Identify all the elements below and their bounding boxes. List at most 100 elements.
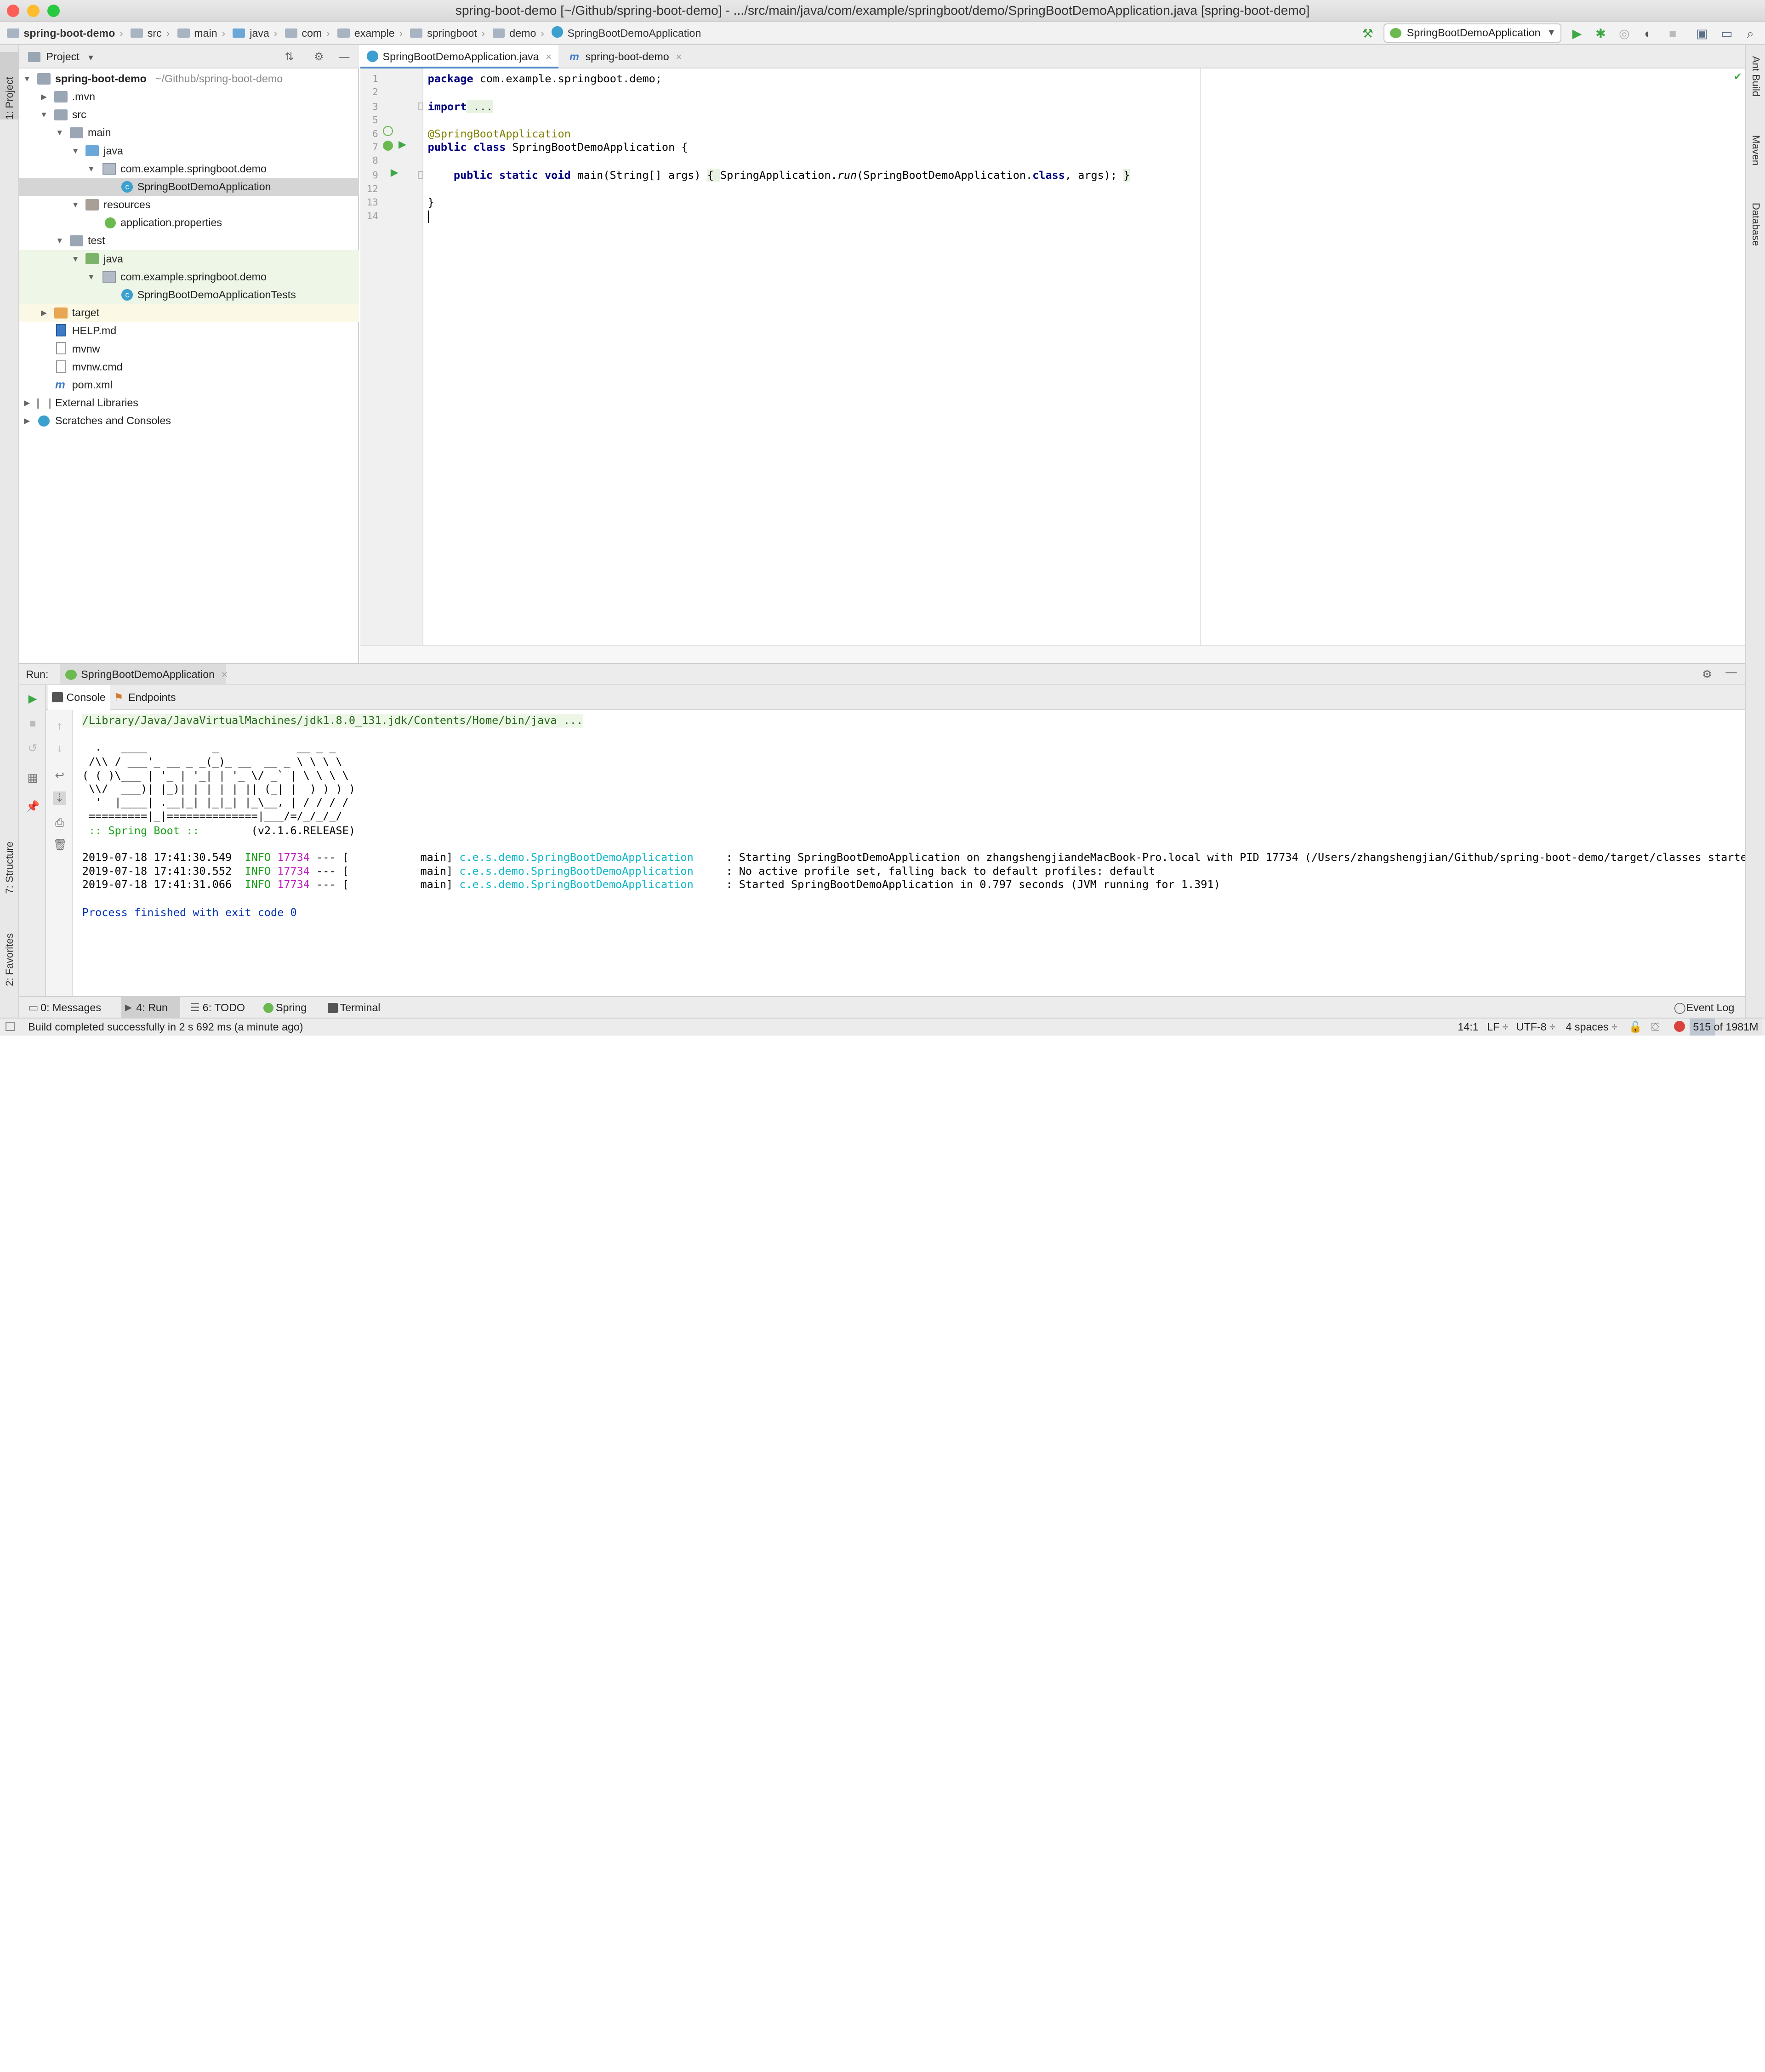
tree-node-project-root[interactable]: ▼ spring-boot-demo ~/Github/spring-boot-… [19,70,359,88]
hide-panel-icon[interactable]: — [1725,666,1737,679]
memory-indicator[interactable]: 515 of 1981M [1689,1018,1762,1036]
tab-spring[interactable]: Spring [261,997,317,1019]
tab-structure-tool[interactable]: 7: Structure [0,822,19,894]
tab-messages[interactable]: ▭ 0: Messages [26,997,118,1019]
breadcrumb-item[interactable]: spring-boot-demo [23,27,115,39]
tree-node[interactable]: ▼ test [19,232,359,250]
rerun-icon[interactable]: ▶ [26,692,39,706]
soft-wrap-icon[interactable]: ↩ [53,769,66,782]
inspection-ok-icon[interactable]: ✔ [1733,71,1742,83]
debug-icon[interactable]: ✱ [1592,25,1610,43]
tree-node[interactable]: ▼ src [19,106,359,124]
layout-icon[interactable]: ▦ [26,771,39,785]
tree-node[interactable]: mvnw [19,340,359,358]
close-window-button[interactable] [6,4,19,17]
collapsed-arrow-icon[interactable]: ▶ [22,394,33,412]
breadcrumb-item[interactable]: main [194,27,217,39]
console-command[interactable]: /Library/Java/JavaVirtualMachines/jdk1.8… [82,713,583,728]
chevron-down-icon[interactable]: ▼ [87,53,95,62]
restore-layout-icon[interactable]: ↺ [26,742,39,755]
file-encoding[interactable]: UTF-8 ÷ [1516,1019,1555,1036]
collapsed-arrow-icon[interactable]: ▶ [38,88,49,106]
hector-icon[interactable]: ⛋ [1651,1019,1660,1036]
tree-node[interactable]: application.properties [19,214,359,232]
tree-node[interactable]: ▶ External Libraries [19,394,359,412]
run-gutter-icon[interactable]: ▶ [391,166,399,178]
stop-icon[interactable]: ■ [1664,25,1682,43]
close-icon[interactable]: × [676,51,682,63]
close-icon[interactable]: × [546,51,552,63]
zoom-window-button[interactable] [47,4,60,17]
fold-marker-icon[interactable] [417,102,423,110]
tree-node[interactable]: ▶ Scratches and Consoles [19,412,359,430]
scroll-to-end-icon[interactable]: ⇣ [53,791,67,805]
expanded-arrow-icon[interactable]: ▼ [54,124,65,142]
expanded-arrow-icon[interactable]: ▼ [38,106,49,124]
collapsed-arrow-icon[interactable]: ▶ [22,412,33,430]
breadcrumb-item[interactable]: example [354,27,395,39]
print-icon[interactable]: ⎙ [53,816,66,830]
tree-node[interactable]: ▶ .mvn [19,88,359,106]
run-gutter-icon[interactable]: ▶ [399,138,406,150]
down-arrow-icon[interactable]: ↓ [53,742,66,755]
tree-node[interactable]: ▼ com.example.springboot.demo [19,268,359,286]
tab-project-tool[interactable]: 1: Project [0,51,19,120]
tab-database[interactable]: Database [1746,203,1765,270]
expanded-arrow-icon[interactable]: ▼ [54,232,65,250]
breadcrumb-item[interactable]: com [302,27,322,39]
spring-bean-icon[interactable] [382,126,393,137]
run-configuration-select[interactable]: SpringBootDemoApplication ▼ [1383,23,1561,43]
expanded-arrow-icon[interactable]: ▼ [70,196,81,214]
tree-node-selected[interactable]: c SpringBootDemoApplication [19,177,359,196]
fold-marker-icon[interactable] [417,171,423,179]
expanded-arrow-icon[interactable]: ▼ [85,160,97,178]
gear-icon[interactable]: ⚙ [1702,667,1712,681]
profile-icon[interactable]: ◐ [1639,25,1657,43]
run-icon[interactable]: ▶ [1568,25,1586,43]
minimize-window-button[interactable] [27,4,40,17]
trash-icon[interactable]: 🗑 [53,838,67,852]
tree-node[interactable]: c SpringBootDemoApplicationTests [19,286,359,304]
tab-todo[interactable]: ☰ 6: TODO [188,997,251,1019]
breadcrumb-item[interactable]: SpringBootDemoApplication [567,27,701,39]
line-separator[interactable]: LF ÷ [1487,1019,1508,1036]
expanded-arrow-icon[interactable]: ▼ [22,70,33,88]
breadcrumb-item[interactable]: springboot [427,27,477,39]
caret-position[interactable]: 14:1 [1458,1019,1478,1036]
tab-spring-boot-demo-pom[interactable]: m spring-boot-demo × [563,45,693,68]
tab-springbootdemoapplication-java[interactable]: SpringBootDemoApplication.java × [360,45,558,69]
tree-node[interactable]: HELP.md [19,322,359,340]
collapse-all-icon[interactable]: ⇅ [285,45,294,68]
expanded-arrow-icon[interactable]: ▼ [85,268,97,286]
status-message[interactable]: Build completed successfully in 2 s 692 … [28,1019,303,1036]
tab-terminal[interactable]: Terminal [325,997,393,1019]
tab-event-log[interactable]: ◯ Event Log [1672,997,1742,1019]
tool-windows-icon[interactable] [6,1022,15,1031]
project-view-select[interactable]: Project [46,51,79,63]
close-icon[interactable]: × [222,668,228,680]
editor-horizontal-scrollbar[interactable] [360,645,1745,663]
breadcrumb-item[interactable]: src [148,27,162,39]
presentation-icon[interactable]: ▭ [1718,25,1736,43]
lock-icon[interactable]: 🔓 [1629,1019,1642,1036]
up-arrow-icon[interactable]: ↑ [53,719,66,733]
tree-node[interactable]: ▶ target [19,304,359,322]
tab-favorites-tool[interactable]: 2: Favorites [0,912,19,986]
tree-node[interactable]: ▼ java [19,142,359,160]
tree-node[interactable]: ▼ main [19,124,359,142]
breadcrumb-item[interactable]: demo [509,27,536,39]
collapsed-arrow-icon[interactable]: ▶ [38,304,49,322]
run-config-tab[interactable]: SpringBootDemoApplication × [59,664,228,685]
tree-node[interactable]: m pom.xml [19,376,359,394]
tab-run[interactable]: ▶ 4: Run [121,997,180,1019]
search-icon[interactable]: ⌕ [1742,25,1759,43]
tab-endpoints[interactable]: ⚑ Endpoints [110,685,185,710]
spring-bean-icon[interactable] [382,141,393,151]
coverage-icon[interactable]: ◎ [1615,25,1633,43]
project-structure-icon[interactable]: ▣ [1693,25,1711,43]
hide-panel-icon[interactable]: — [339,45,349,68]
tab-maven[interactable]: Maven [1746,135,1765,191]
tree-node[interactable]: ▼ resources [19,196,359,214]
stop-icon[interactable]: ■ [26,717,39,730]
expanded-arrow-icon[interactable]: ▼ [70,250,81,268]
